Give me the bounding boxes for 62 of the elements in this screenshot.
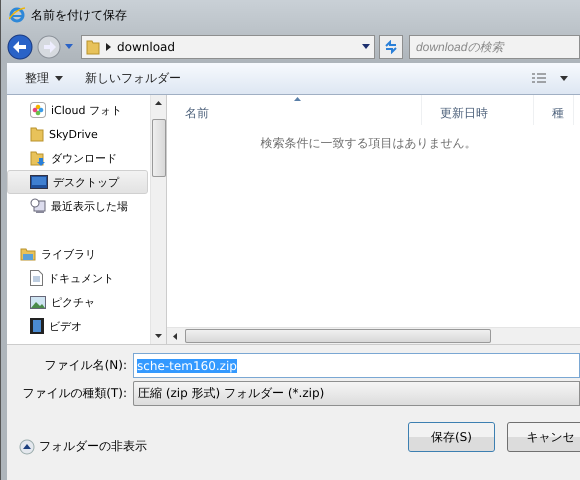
column-header[interactable]: 名前 — [167, 95, 422, 125]
search-field[interactable]: downloadの検索 — [409, 34, 580, 58]
file-type-label: ファイルの種類(T): — [21, 385, 127, 402]
flower-icon — [30, 102, 46, 118]
document-icon — [30, 270, 43, 286]
nav-item[interactable]: ビデオ — [7, 314, 148, 338]
nav-item[interactable]: ドキュメント — [7, 266, 148, 290]
refresh-icon — [384, 40, 398, 54]
browser-logo-icon — [9, 7, 25, 23]
nav-item-label: iCloud フォト — [51, 102, 122, 118]
column-header[interactable]: 種 — [534, 95, 574, 125]
nav-item[interactable]: ダウンロード — [7, 146, 148, 170]
hide-folders-button[interactable]: フォルダーの非表示 — [19, 438, 147, 455]
nav-item[interactable]: SkyDrive — [7, 122, 148, 146]
file-type-dropdown[interactable]: 圧縮 (zip 形式) フォルダー (*.zip) — [133, 381, 580, 406]
nav-item[interactable]: ピクチャ — [7, 290, 148, 314]
collapse-icon — [19, 438, 35, 454]
window-title: 名前を付けて保存 — [31, 6, 127, 24]
landscape-picture-icon — [30, 296, 46, 308]
nav-item-label: ピクチャ — [51, 294, 95, 310]
folder-icon — [86, 38, 100, 54]
file-name-label: ファイル名(N): — [44, 357, 127, 374]
column-header[interactable]: 更新日時 — [422, 95, 534, 125]
back-button[interactable] — [7, 34, 33, 60]
scroll-down-icon[interactable] — [155, 334, 162, 338]
nav-item-label: 最近表示した場 — [51, 198, 128, 214]
sort-arrow-icon — [294, 97, 301, 101]
folder-download-icon — [30, 150, 46, 166]
organize-menu[interactable]: 整理 — [21, 68, 67, 89]
new-folder-button[interactable]: 新しいフォルダー — [81, 68, 185, 89]
horizontal-scrollbar[interactable] — [167, 327, 580, 344]
folder-path: download — [117, 40, 176, 54]
nav-item[interactable]: 最近表示した場 — [7, 194, 148, 218]
dropdown-icon[interactable] — [362, 44, 370, 49]
nav-item-label: ドキュメント — [48, 270, 114, 286]
view-list-icon[interactable] — [532, 72, 546, 84]
film-icon — [30, 318, 44, 334]
nav-item[interactable]: デスクトップ — [7, 170, 148, 194]
nav-item-label: SkyDrive — [49, 128, 98, 140]
refresh-button[interactable] — [379, 34, 403, 58]
scroll-up-icon[interactable] — [155, 101, 162, 105]
scroll-left-icon[interactable] — [173, 332, 177, 340]
folder-icon — [30, 126, 44, 142]
address-bar[interactable]: download — [81, 34, 376, 58]
scrollbar-thumb[interactable] — [152, 119, 166, 177]
library-folder-icon — [20, 247, 36, 261]
vertical-scrollbar[interactable] — [150, 95, 166, 344]
nav-item[interactable]: iCloud フォト — [7, 98, 148, 122]
caret-icon — [55, 76, 63, 81]
desktop-icon — [30, 175, 48, 189]
save-button[interactable]: 保存(S) — [408, 422, 495, 452]
cancel-button[interactable]: キャンセ — [507, 422, 580, 452]
chevron-icon — [106, 42, 111, 50]
caret-icon — [560, 76, 568, 81]
history-dropdown-icon[interactable] — [65, 44, 73, 49]
nav-group[interactable]: ライブラリ — [7, 242, 148, 266]
nav-item-label: デスクトップ — [53, 174, 119, 190]
scrollbar-thumb[interactable] — [185, 329, 491, 343]
nav-item-label: ダウンロード — [51, 150, 117, 166]
nav-item-label: ビデオ — [49, 318, 82, 334]
empty-message: 検索条件に一致する項目はありません。 — [260, 136, 476, 150]
nav-group-label: ライブラリ — [41, 246, 96, 262]
